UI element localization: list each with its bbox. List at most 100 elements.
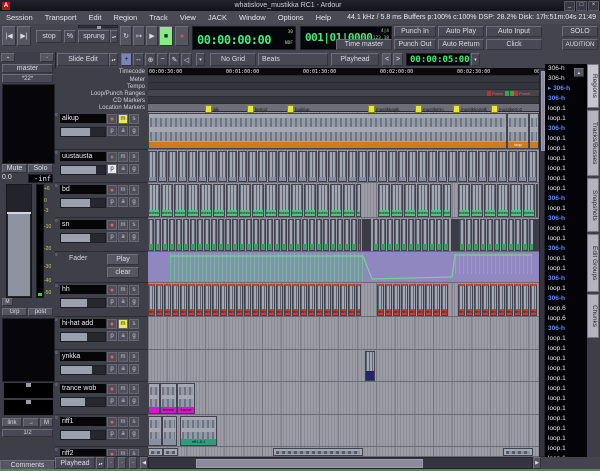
audio-region-slice[interactable] — [330, 219, 336, 251]
audio-region-slice[interactable] — [408, 219, 414, 251]
hscroll-right-arrow[interactable]: ▶ — [533, 457, 541, 469]
audio-region-slice[interactable] — [323, 219, 329, 251]
audio-region-slice[interactable] — [518, 151, 527, 182]
region-list-item[interactable]: loop.1 — [545, 134, 587, 144]
track-group-button[interactable]: g — [129, 197, 139, 207]
track-solo-button[interactable]: s — [129, 285, 139, 295]
nudge-clock-dropdown[interactable]: ▾ — [471, 53, 480, 66]
region-list-item[interactable]: loop.6 — [545, 314, 587, 324]
track-automation-button[interactable]: a — [118, 126, 128, 136]
track-header-uustausta[interactable]: ≡uustausta●mspag — [55, 150, 148, 183]
edit-point-select[interactable]: Playhead — [331, 53, 379, 66]
audio-region-slice[interactable]: bdrec-1 — [239, 184, 251, 217]
audio-region-slice[interactable] — [443, 219, 449, 251]
lane-hh[interactable]: hh-7.2hh-7.2hh-7.2hh-7.2hh-7.2hh-7.2hh-7… — [148, 283, 539, 317]
audio-region-slice[interactable]: bdrec-1 — [278, 184, 290, 217]
gain-fader[interactable] — [6, 184, 32, 298]
region-list-item[interactable]: loop.1 — [545, 334, 587, 344]
track-gain-slider[interactable] — [60, 430, 106, 440]
audio-region-slice[interactable]: bdrec-1 — [497, 184, 509, 217]
audio-region-slice[interactable]: bdrec-1 — [174, 184, 186, 217]
track-grip-icon[interactable]: ≡ — [55, 317, 58, 323]
audio-region-slice[interactable] — [288, 219, 294, 251]
toggle-punch-out[interactable]: Punch Out — [394, 39, 436, 50]
audio-region-slice[interactable]: bdrec-1 — [458, 184, 470, 217]
track-grip-icon[interactable]: ≡ — [55, 150, 58, 156]
region-list-item[interactable]: 306-h — [545, 294, 587, 304]
region-list-item[interactable]: loop.1 — [545, 374, 587, 384]
track-name-field[interactable]: hi-hat add — [60, 319, 106, 328]
record-button[interactable]: ● — [175, 26, 189, 46]
region-list-item[interactable]: 306-h — [545, 214, 587, 224]
edit-mode-spinner[interactable]: ▴▾ — [109, 53, 118, 66]
track-solo-button[interactable]: s — [129, 384, 139, 394]
audio-region-slice[interactable]: hh-7.2 — [156, 284, 163, 316]
track-grip-icon[interactable]: ≡ — [55, 112, 58, 118]
lane-bd[interactable]: bdrec-1bdrec-1bdrec-1bdrec-1bdrec-1bdrec… — [148, 183, 539, 218]
track-playlist-button[interactable]: p — [107, 396, 117, 406]
audio-region-slice[interactable] — [218, 219, 224, 251]
tool-more-dropdown[interactable]: ▾ — [196, 53, 205, 66]
track-mute-button[interactable]: m — [118, 285, 128, 295]
lane-hi-hat-add[interactable] — [148, 317, 539, 350]
track-record-button[interactable]: ● — [107, 449, 117, 457]
audio-region-slice[interactable]: hh-7.2 — [506, 284, 513, 316]
shuttle-slider[interactable] — [78, 25, 118, 28]
primary-clock[interactable]: 00:00:00:00 30 NDF — [192, 26, 296, 50]
audio-region-slice[interactable]: hh-7.2 — [252, 284, 259, 316]
mute-button[interactable]: Mute — [2, 164, 27, 173]
region-list-item[interactable]: loop.1 — [545, 174, 587, 184]
audio-region-slice[interactable]: hh-7.2 — [441, 284, 448, 316]
audio-region-slice[interactable]: bdrec-1 — [404, 184, 416, 217]
track-name-field[interactable]: riff2 — [60, 449, 106, 457]
track-header-Fader[interactable]: ≡FaderPlayclear — [55, 252, 148, 283]
hscroll-left-arrow[interactable]: ◀ — [140, 457, 148, 469]
audio-region-slice[interactable]: bdrec-1 — [161, 184, 173, 217]
pan-link-direction-button[interactable]: → — [23, 418, 39, 427]
audio-region-slice[interactable]: hh-7.2 — [425, 284, 432, 316]
shuttle-spring-spinner[interactable]: ▴▾ — [110, 30, 118, 43]
tab-regions[interactable]: Regions — [587, 64, 599, 108]
audio-region-slice[interactable] — [302, 219, 308, 251]
audio-region[interactable]: trance — [177, 383, 195, 414]
audio-region-slice[interactable]: hh-7.2 — [204, 284, 211, 316]
audio-region-slice[interactable]: hh-7.2 — [292, 284, 299, 316]
audio-region-slice[interactable]: hh-7.2 — [490, 284, 497, 316]
track-name-field[interactable]: hh — [60, 285, 106, 294]
peak-display[interactable]: -inf — [28, 174, 53, 183]
nudge-clock[interactable]: 00:00:05:00 — [406, 53, 470, 66]
track-header-bd[interactable]: ≡bd●mspag — [55, 183, 148, 218]
track-mute-button[interactable]: m — [118, 384, 128, 394]
track-solo-button[interactable]: s — [129, 152, 139, 162]
track-automation-button[interactable]: a — [118, 232, 128, 242]
track-header-trance-wob[interactable]: ≡trance wob●mspag — [55, 382, 148, 415]
zoom-mini-button[interactable]: ◦ — [107, 457, 115, 469]
audio-region[interactable] — [148, 416, 162, 446]
audio-region-slice[interactable]: bdrec-1 — [471, 184, 483, 217]
play-range-button[interactable]: ↦ — [133, 26, 145, 46]
track-playlist-button[interactable]: p — [107, 126, 117, 136]
punch-flag-icon[interactable] — [514, 91, 518, 96]
audio-region-slice[interactable]: hh-7.2 — [244, 284, 251, 316]
track-gain-slider[interactable] — [60, 233, 106, 243]
audio-region-slice[interactable] — [459, 219, 465, 251]
region-list-item[interactable]: loop.1 — [545, 394, 587, 404]
region-list-item[interactable]: loop.1 — [545, 144, 587, 154]
region-list-item[interactable]: loop.6 — [545, 304, 587, 314]
audio-region-slice[interactable]: hh-7.2 — [514, 284, 521, 316]
audio-region-slice[interactable] — [178, 151, 187, 182]
region-list-item[interactable]: loop.1 — [545, 164, 587, 174]
audio-region-slice[interactable] — [473, 219, 479, 251]
toggle-auto-return[interactable]: Auto Return — [438, 39, 484, 50]
track-header-sn[interactable]: ≡sn●mspag — [55, 218, 148, 252]
track-automation-button[interactable]: a — [118, 364, 128, 374]
track-record-button[interactable]: ● — [107, 319, 117, 329]
audio-region-slice[interactable]: hh-7.2 — [409, 284, 416, 316]
audio-region-slice[interactable] — [232, 219, 238, 251]
audio-region-slice[interactable]: bdrec-1 — [510, 184, 522, 217]
region-list-item[interactable]: loop.1 — [545, 254, 587, 264]
audio-region-slice[interactable]: bdrec-1 — [291, 184, 303, 217]
audio-region-slice[interactable]: hh-7.2 — [268, 284, 275, 316]
lane-riff2[interactable] — [148, 447, 539, 457]
audio-region[interactable] — [162, 416, 177, 446]
